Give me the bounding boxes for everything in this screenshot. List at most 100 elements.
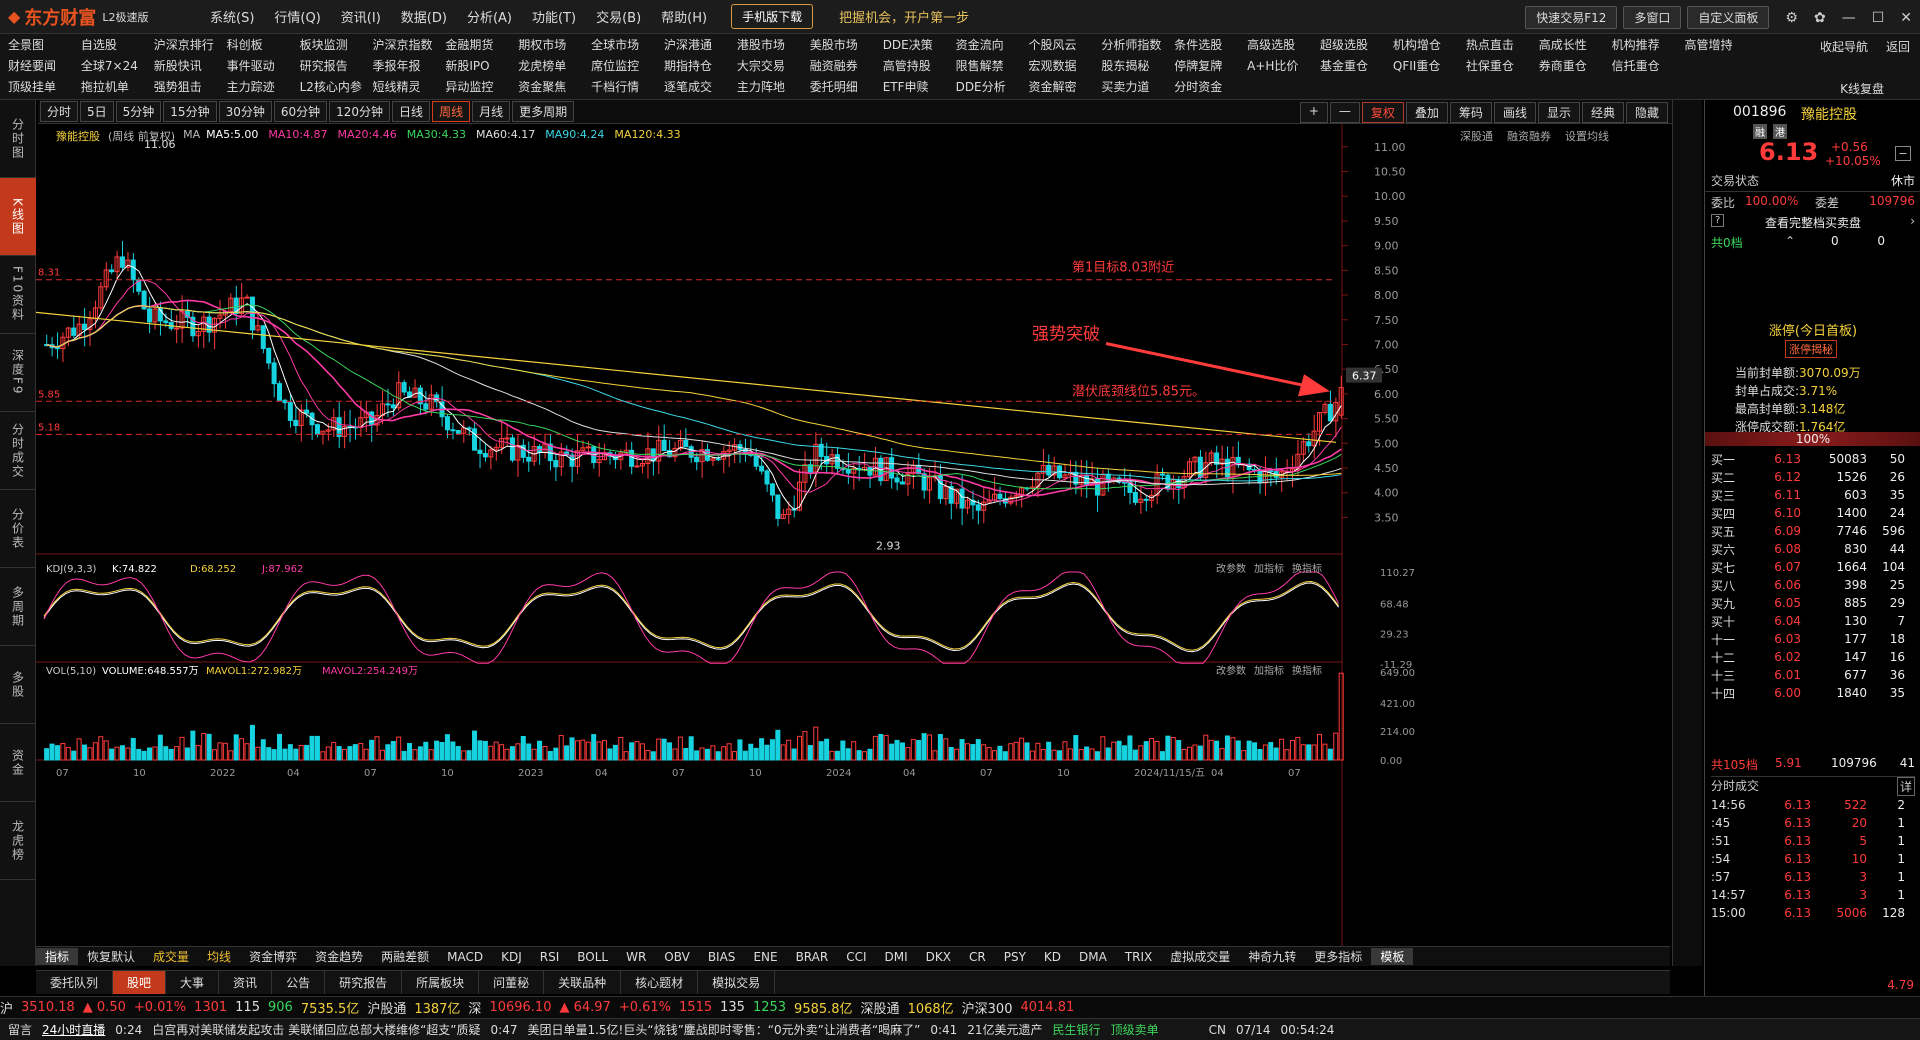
nav-row3-11[interactable]: 委托明细 [810, 78, 883, 99]
menu-item-5[interactable]: 功能(T) [522, 7, 586, 26]
kline-chart[interactable]: 豫能控股第1目标8.03附近潜伏底颈线位5.85元。强势突破11.062.938… [36, 124, 1672, 946]
chart-tool-2[interactable]: 复权 [1361, 102, 1404, 123]
view-tab-8[interactable]: 资金 [0, 724, 36, 802]
period-3[interactable]: 15分钟 [163, 101, 217, 122]
nav-row1-18[interactable]: 超级选股 [1320, 36, 1393, 57]
bottom-tab-4[interactable]: 公告 [272, 971, 326, 994]
chart-tool-6[interactable]: 显示 [1537, 102, 1580, 123]
menu-item-1[interactable]: 行情(Q) [264, 7, 330, 26]
indicator-tab-12[interactable]: OBV [655, 950, 699, 964]
nav-row2-12[interactable]: 高管持股 [883, 57, 956, 78]
nav-row2-7[interactable]: 龙虎榜单 [518, 57, 591, 78]
minus-icon[interactable]: − [1895, 146, 1911, 161]
nav-row2-18[interactable]: 基金重仓 [1320, 57, 1393, 78]
indicator-tab-14[interactable]: ENE [744, 950, 786, 964]
nav-row1-15[interactable]: 分析师指数 [1101, 36, 1174, 57]
indicator-tab-8[interactable]: KDJ [492, 950, 531, 964]
chart-tool-4[interactable]: 筹码 [1449, 102, 1492, 123]
subpanel-btn-1-1[interactable]: 加指标 [1254, 664, 1284, 677]
bottom-tab-2[interactable]: 大事 [166, 971, 220, 994]
nav-row1-4[interactable]: 板块监测 [300, 36, 373, 57]
bid-level-3[interactable]: 买四 6.10 1400 24 [1705, 504, 1920, 522]
nav-row1-7[interactable]: 期权市场 [518, 36, 591, 57]
nav-row2-4[interactable]: 研究报告 [300, 57, 373, 78]
period-6[interactable]: 120分钟 [329, 101, 391, 122]
nav-row2-20[interactable]: 社保重仓 [1466, 57, 1539, 78]
nav-row1-23[interactable]: 高管增持 [1684, 36, 1757, 57]
nav-row2-8[interactable]: 席位监控 [591, 57, 664, 78]
nav-row3-4[interactable]: L2核心内参 [300, 78, 373, 99]
mobile-download-button[interactable]: 手机版下载 [731, 4, 814, 29]
nav-row2-11[interactable]: 融资融券 [810, 57, 883, 78]
nav-row3-1[interactable]: 拖拉机单 [81, 78, 154, 99]
nav-row2-6[interactable]: 新股IPO [445, 57, 518, 78]
bid-level-12[interactable]: 十三 6.01 677 36 [1705, 666, 1920, 684]
back-button[interactable]: 返回 [1886, 38, 1910, 55]
bottom-tab-1[interactable]: 股吧 [113, 971, 167, 994]
period-2[interactable]: 5分钟 [115, 101, 162, 122]
minimize-icon[interactable]: — [1842, 10, 1856, 26]
header-right-1[interactable]: 融资融券 [1507, 128, 1551, 144]
subpanel-btn-1-2[interactable]: 换指标 [1292, 664, 1322, 677]
bid-level-1[interactable]: 买二 6.12 1526 26 [1705, 468, 1920, 486]
indicator-tab-21[interactable]: KD [1035, 950, 1070, 964]
indicator-tab-23[interactable]: TRIX [1116, 950, 1161, 964]
indicator-tab-4[interactable]: 资金博弈 [240, 948, 306, 965]
subpanel-btn-0-0[interactable]: 改参数 [1216, 562, 1246, 575]
news-item-1[interactable]: 白宫再对美联储发起攻击 美联储回应总部大楼维修“超支”质疑 [152, 1021, 480, 1038]
indicator-tab-17[interactable]: DMI [876, 950, 917, 964]
promo-link[interactable]: 把握机会，开户第一步 [839, 7, 969, 26]
ticks-detail-button[interactable]: 详 [1896, 777, 1915, 796]
period-5[interactable]: 60分钟 [273, 101, 328, 122]
nav-row3-6[interactable]: 异动监控 [445, 78, 518, 99]
chart-tool-0[interactable]: + [1299, 102, 1328, 123]
indicator-tab-1[interactable]: 恢复默认 [78, 948, 144, 965]
indicator-tab-0[interactable]: 指标 [36, 948, 79, 965]
indicator-tab-26[interactable]: 更多指标 [1305, 948, 1371, 965]
period-8[interactable]: 周线 [432, 101, 471, 122]
nav-row2-16[interactable]: 停牌复牌 [1174, 57, 1247, 78]
collapse-nav-button[interactable]: 收起导航 [1820, 38, 1868, 55]
view-tab-9[interactable]: 龙虎榜 [0, 802, 36, 880]
header-right-0[interactable]: 深股通 [1460, 128, 1493, 144]
indicator-tab-19[interactable]: CR [960, 950, 995, 964]
indicator-tab-22[interactable]: DMA [1070, 950, 1116, 964]
bid-level-4[interactable]: 买五 6.09 7746 596 [1705, 522, 1920, 540]
nav-row2-0[interactable]: 财经要闻 [8, 57, 81, 78]
subpanel-btn-0-2[interactable]: 换指标 [1292, 562, 1322, 575]
language[interactable]: CN [1209, 1023, 1226, 1037]
indicator-tab-27[interactable]: 模板 [1371, 948, 1414, 965]
nav-row1-16[interactable]: 条件选股 [1174, 36, 1247, 57]
chart-tool-7[interactable]: 经典 [1581, 102, 1624, 123]
alert-stock[interactable]: 民生银行 [1053, 1021, 1101, 1038]
message-link[interactable]: 留言 [8, 1021, 32, 1038]
bid-level-0[interactable]: 买一 6.13 50083 50 [1705, 450, 1920, 468]
nav-row2-2[interactable]: 新股快讯 [154, 57, 227, 78]
nav-row2-17[interactable]: A+H比价 [1247, 57, 1320, 78]
nav-row3-14[interactable]: 资金解密 [1028, 78, 1101, 99]
nav-row3-0[interactable]: 顶级挂单 [8, 78, 81, 99]
nav-row2-22[interactable]: 信托重仓 [1612, 57, 1685, 78]
period-1[interactable]: 5日 [80, 101, 114, 122]
menu-item-6[interactable]: 交易(B) [586, 7, 651, 26]
skin-icon[interactable]: ✿ [1814, 10, 1826, 26]
menu-item-4[interactable]: 分析(A) [457, 7, 522, 26]
nav-row3-16[interactable]: 分时资金 [1174, 78, 1247, 99]
nav-row2-5[interactable]: 季报年报 [372, 57, 445, 78]
period-10[interactable]: 更多周期 [512, 101, 575, 122]
indicator-tab-6[interactable]: 两融差额 [372, 948, 438, 965]
nav-row3-3[interactable]: 主力踪迹 [227, 78, 300, 99]
nav-row2-3[interactable]: 事件驱动 [227, 57, 300, 78]
nav-row1-19[interactable]: 机构增仓 [1393, 36, 1466, 57]
indicator-tab-3[interactable]: 均线 [198, 948, 240, 965]
menu-item-3[interactable]: 数据(D) [391, 7, 457, 26]
nav-row1-21[interactable]: 高成长性 [1539, 36, 1612, 57]
bottom-tab-8[interactable]: 关联品种 [544, 971, 622, 994]
chart-tool-1[interactable]: — [1329, 102, 1360, 123]
news-item-3[interactable]: 21亿美元遗产 [967, 1021, 1042, 1038]
nav-row1-14[interactable]: 个股风云 [1028, 36, 1101, 57]
nav-row3-2[interactable]: 强势狙击 [154, 78, 227, 99]
bottom-tab-7[interactable]: 问董秘 [479, 971, 545, 994]
nav-row1-9[interactable]: 沪深港通 [664, 36, 737, 57]
period-7[interactable]: 日线 [392, 101, 431, 122]
